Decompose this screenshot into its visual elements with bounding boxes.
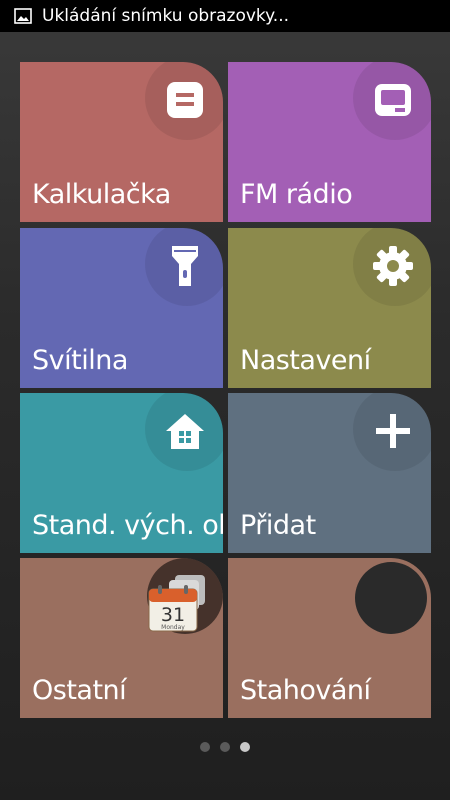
status-notification-text: Ukládání snímku obrazovky... [42, 6, 290, 26]
tile-label: Ostatní [32, 675, 127, 706]
plus-icon [376, 414, 410, 448]
page-dot[interactable] [240, 742, 250, 752]
page-indicator [0, 742, 450, 752]
tile-add[interactable]: Přidat [228, 393, 431, 553]
radio-icon [375, 84, 411, 116]
tile-label: Stahování [240, 675, 371, 706]
calendar-day: 31 [161, 604, 185, 626]
home-icon [166, 414, 204, 449]
page-dot[interactable] [220, 742, 230, 752]
tile-downloads[interactable]: Stahování [228, 558, 431, 718]
tile-calculator[interactable]: Kalkulačka [20, 62, 223, 222]
tile-settings[interactable]: Nastavení [228, 228, 431, 388]
tile-label: Nastavení [240, 345, 371, 376]
download-icon [355, 562, 427, 634]
flashlight-icon [172, 246, 198, 286]
tile-label: Svítilna [32, 345, 128, 376]
tile-label: FM rádio [240, 179, 353, 210]
tile-default-home[interactable]: Stand. vých. ob [20, 393, 223, 553]
page-dot[interactable] [200, 742, 210, 752]
calendar-icon: 31 Monday [148, 585, 198, 632]
tile-label: Stand. vých. ob [32, 510, 223, 541]
tile-label: Kalkulačka [32, 179, 171, 210]
tile-label: Přidat [240, 510, 316, 541]
calculator-icon [167, 82, 203, 118]
tile-fm-radio[interactable]: FM rádio [228, 62, 431, 222]
status-bar: Ukládání snímku obrazovky... [0, 0, 450, 32]
tile-other-folder[interactable]: 31 Monday Ostatní [20, 558, 223, 718]
gear-icon [373, 246, 413, 286]
calendar-weekday: Monday [161, 624, 185, 631]
image-icon [14, 8, 32, 24]
tile-flashlight[interactable]: Svítilna [20, 228, 223, 388]
